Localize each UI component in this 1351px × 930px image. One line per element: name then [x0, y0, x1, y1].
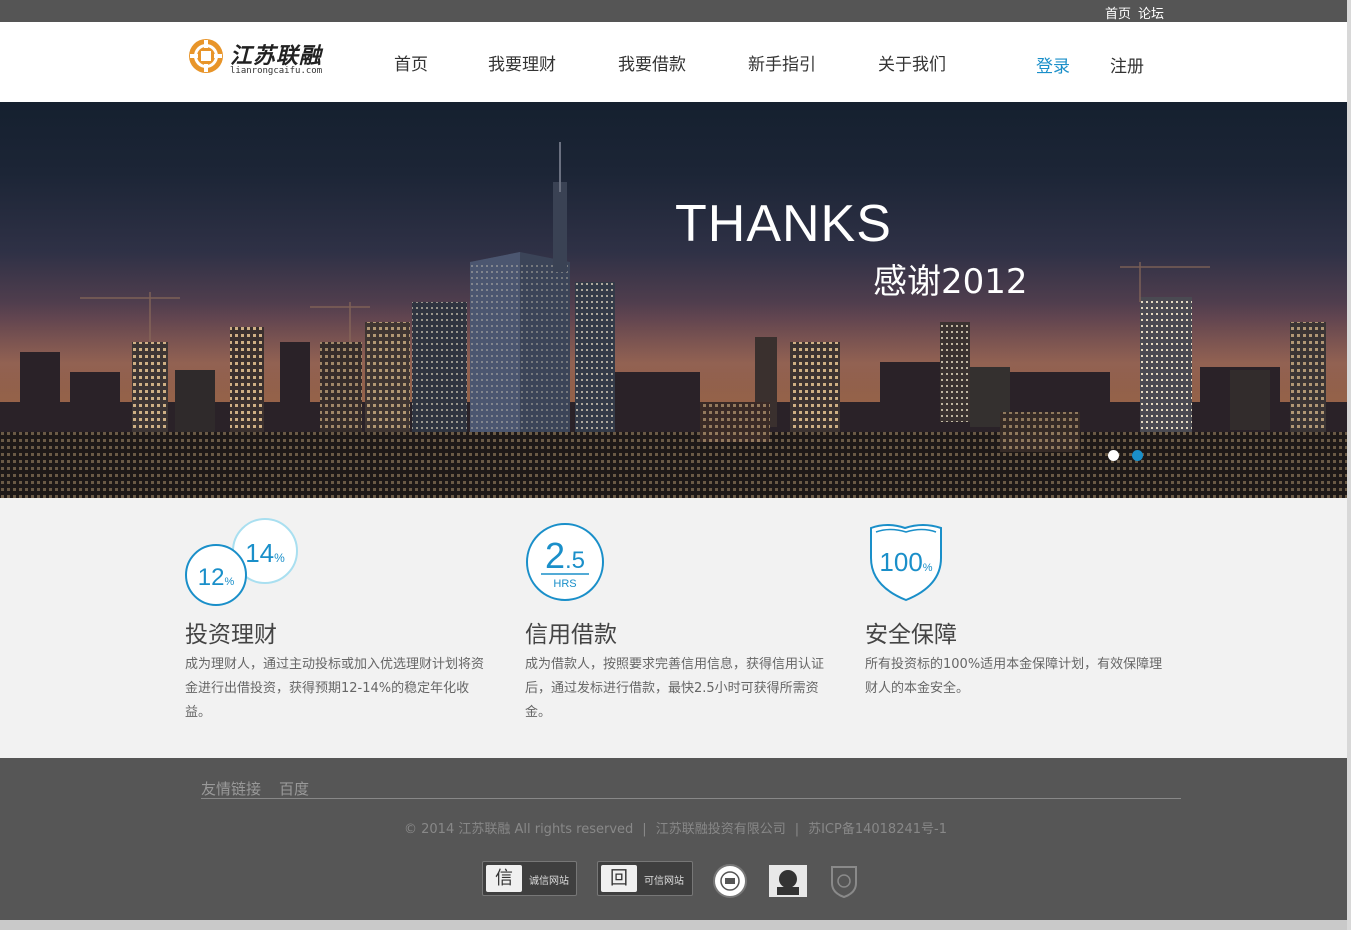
feature-invest-title: 投资理财	[185, 622, 277, 648]
top-link-forum[interactable]: 论坛	[1138, 7, 1164, 22]
integrity-site-badge[interactable]: 信 诚信网站	[482, 861, 577, 896]
icp-number[interactable]: 苏ICP备14018241号-1	[808, 822, 947, 837]
nav-home[interactable]: 首页	[394, 50, 428, 75]
feature-security-title: 安全保障	[865, 622, 957, 648]
nav-invest[interactable]: 我要理财	[488, 50, 556, 75]
feature-borrow-title: 信用借款	[525, 622, 617, 648]
site-logo[interactable]: 江苏联融 lianrongcaifu.com	[188, 38, 328, 82]
copyright-line: © 2014 江苏联融 All rights reserved | 江苏联融投资有限…	[404, 822, 947, 837]
trusted-site-badge[interactable]: 回 可信网站	[597, 861, 693, 896]
banner-subtitle: 感谢2012	[873, 262, 1028, 302]
nav-about[interactable]: 关于我们	[878, 50, 946, 75]
company-name: 江苏联融投资有限公司	[655, 822, 786, 837]
friend-links: 友情链接 百度	[201, 778, 327, 799]
integrity-badge-icon: 信	[486, 865, 522, 892]
city-skyline-image	[0, 142, 1351, 498]
shield-emblem-icon[interactable]	[828, 863, 860, 899]
carousel-dot-2[interactable]	[1132, 450, 1143, 461]
logo-coin-icon	[189, 39, 223, 73]
feature-borrow-desc: 成为借款人，按照要求完善信用信息，获得信用认证后，通过发标进行借款，最快2.5小…	[525, 657, 825, 720]
register-link[interactable]: 注册	[1110, 52, 1144, 77]
friend-links-label: 友情链接	[201, 780, 262, 798]
carousel-dot-1[interactable]	[1108, 450, 1119, 461]
friend-link-baidu[interactable]: 百度	[279, 780, 309, 798]
trust-badges: 信 诚信网站 回 可信网站	[0, 861, 1351, 901]
header: 江苏联融 lianrongcaifu.com 首页 我要理财 我要借款 新手指引…	[0, 22, 1351, 102]
features-section: 14% 12% 投资理财 成为理财人，通过主动投标或加入优选理财计划将资金进行出…	[0, 498, 1351, 758]
rate-circles-icon: 14% 12%	[185, 518, 298, 606]
logo-en: lianrongcaifu.com	[230, 66, 323, 76]
hours-unit-text: HRS	[553, 578, 576, 590]
trusted-badge-icon: 回	[601, 865, 637, 892]
hero-banner[interactable]: THANKS 感谢2012	[0, 102, 1351, 498]
feature-invest-desc: 成为理财人，通过主动投标或加入优选理财计划将资金进行出借投资，获得预期12-14…	[185, 657, 485, 720]
footer-divider	[201, 798, 1181, 799]
footer: 友情链接 百度 © 2014 江苏联融 All rights reserved | 江…	[0, 758, 1351, 920]
carousel-dots	[1108, 446, 1156, 465]
top-link-home[interactable]: 首页	[1105, 7, 1131, 22]
trust-seal-icon[interactable]	[712, 863, 748, 899]
copyright-text: © 2014 江苏联融 All rights reserved	[404, 822, 634, 837]
integrity-badge-text: 诚信网站	[529, 876, 569, 887]
top-bar: 首页 论坛	[0, 0, 1351, 22]
shield-icon: 100%	[870, 524, 942, 602]
bottom-strip	[0, 920, 1351, 930]
login-link[interactable]: 登录	[1036, 52, 1070, 77]
trusted-badge-text: 可信网站	[644, 876, 684, 887]
feature-security-desc: 所有投资标的100%适用本金保障计划，有效保障理财人的本金安全。	[865, 657, 1163, 696]
banner-title: THANKS	[675, 195, 892, 253]
page-scrollbar[interactable]	[1347, 0, 1351, 930]
nav-guide[interactable]: 新手指引	[748, 50, 816, 75]
clock-hours-icon: 2.5 HRS	[526, 523, 604, 601]
nav-borrow[interactable]: 我要借款	[618, 50, 686, 75]
top-links: 首页 论坛	[1105, 3, 1171, 22]
police-badge-icon[interactable]	[767, 863, 809, 899]
